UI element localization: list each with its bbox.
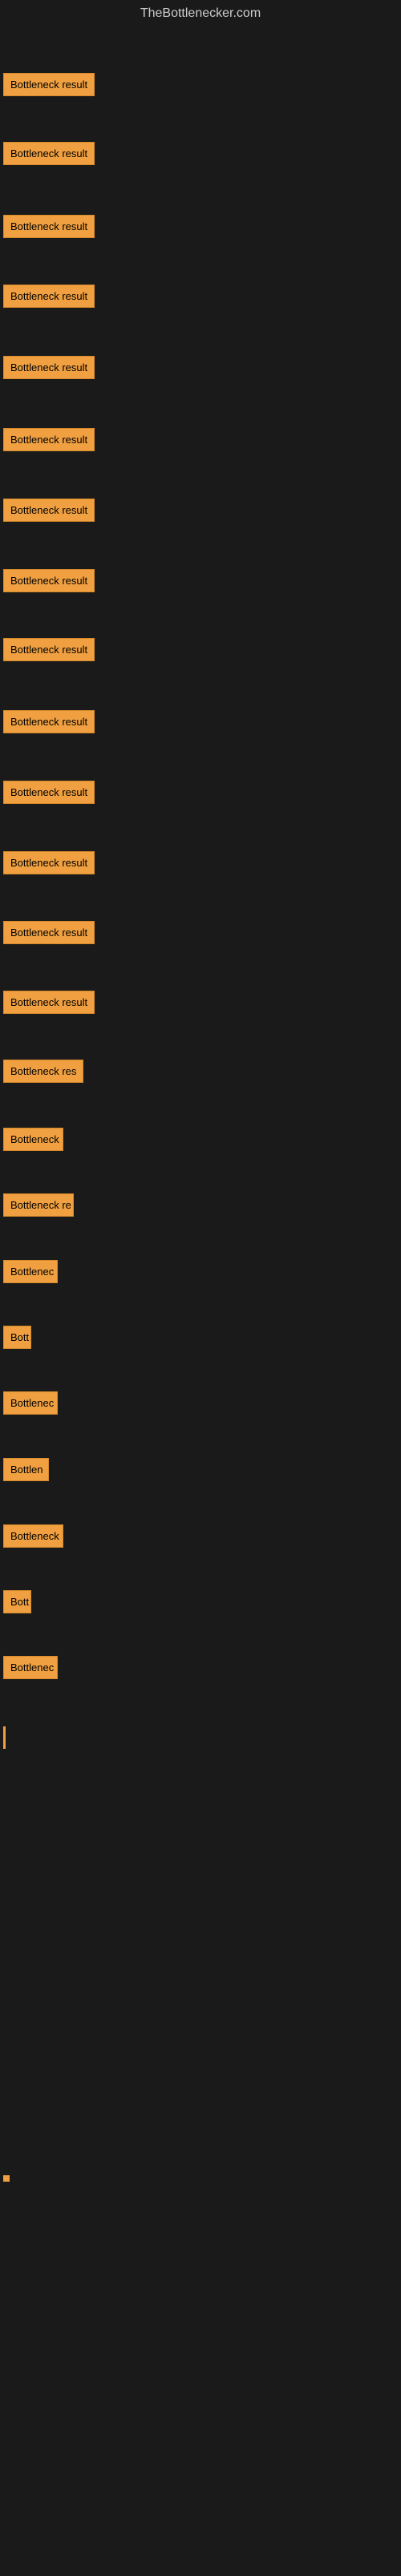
bottleneck-result-card[interactable]: Bottleneck result [3, 569, 95, 592]
bottleneck-result-card[interactable]: Bottleneck result [3, 710, 95, 733]
bottleneck-result-card[interactable]: Bottleneck result [3, 428, 95, 451]
small-indicator [3, 1726, 6, 1749]
bottleneck-result-card[interactable]: Bottleneck [3, 1128, 63, 1151]
bottleneck-result-card[interactable]: Bottleneck result [3, 499, 95, 522]
bottleneck-result-card[interactable]: Bottleneck result [3, 921, 95, 944]
bottleneck-result-card[interactable]: Bott [3, 1326, 31, 1349]
bottleneck-result-card[interactable]: Bottleneck result [3, 781, 95, 804]
small-indicator-2 [3, 2175, 10, 2182]
bottleneck-result-card[interactable]: Bottleneck result [3, 215, 95, 238]
bottleneck-result-card[interactable]: Bottlen [3, 1458, 49, 1481]
results-container: Bottleneck result Bottleneck result Bottle… [0, 27, 401, 2576]
bottleneck-result-card[interactable]: Bottlenec [3, 1656, 58, 1679]
bottleneck-result-card[interactable]: Bottleneck re [3, 1193, 74, 1217]
bottleneck-result-card[interactable]: Bottleneck result [3, 356, 95, 379]
bottleneck-result-card[interactable]: Bottleneck [3, 1524, 63, 1548]
bottleneck-result-card[interactable]: Bottleneck result [3, 991, 95, 1014]
bottleneck-result-card[interactable]: Bottleneck result [3, 73, 95, 96]
bottleneck-result-card[interactable]: Bottleneck result [3, 851, 95, 874]
bottleneck-result-card[interactable]: Bottleneck result [3, 285, 95, 308]
bottleneck-result-card[interactable]: Bottlenec [3, 1391, 58, 1415]
bottleneck-result-card[interactable]: Bottleneck result [3, 142, 95, 165]
site-title: TheBottlenecker.com [0, 0, 401, 27]
bottleneck-result-card[interactable]: Bott [3, 1590, 31, 1613]
bottleneck-result-card[interactable]: Bottlenec [3, 1260, 58, 1283]
bottleneck-result-card[interactable]: Bottleneck res [3, 1060, 83, 1083]
bottleneck-result-card[interactable]: Bottleneck result [3, 638, 95, 661]
